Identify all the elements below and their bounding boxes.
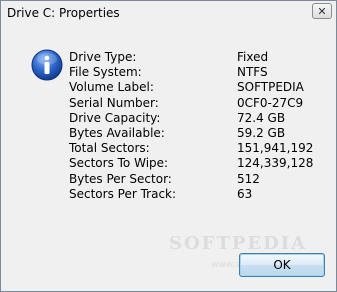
property-row: Sectors Per Track: 63 [69, 187, 313, 202]
close-icon: ✕ [317, 4, 327, 18]
property-row: Total Sectors: 151,941,192 [69, 141, 313, 156]
property-value: 0CF0-27C9 [237, 95, 304, 110]
property-value: Fixed [237, 50, 269, 64]
property-label: Sectors Per Track: [69, 186, 177, 201]
property-row: Drive Type: Fixed [69, 50, 313, 65]
property-label: Total Sectors: [69, 141, 150, 156]
property-value: 63 [237, 186, 253, 201]
ok-button[interactable]: OK [239, 253, 325, 277]
properties-list: Drive Type: Fixed File System: NTFS Volume L… [69, 50, 313, 202]
property-label: Bytes Per Sector: [69, 171, 172, 186]
property-value: 59.2 GB [237, 126, 286, 141]
property-row: Bytes Per Sector: 512 [69, 172, 313, 187]
property-label: Drive Type: [69, 50, 137, 64]
property-label: Volume Label: [69, 80, 154, 95]
property-row: File System: NTFS [69, 65, 313, 80]
property-value: SOFTPEDIA [237, 80, 304, 95]
property-row: Volume Label: SOFTPEDIA [69, 80, 313, 95]
property-row: Serial Number: 0CF0-27C9 [69, 96, 313, 111]
property-row: Drive Capacity: 72.4 GB [69, 111, 313, 126]
dialog-content: Drive Type: Fixed File System: NTFS Volume L… [1, 27, 336, 239]
property-value: 124,339,128 [237, 156, 314, 171]
property-value: 72.4 GB [237, 110, 286, 125]
property-label: Serial Number: [69, 95, 159, 110]
info-icon [31, 49, 63, 81]
property-value: 512 [237, 171, 260, 186]
title-bar: Drive C: Properties ✕ [1, 1, 336, 27]
property-label: Drive Capacity: [69, 110, 161, 125]
close-button[interactable]: ✕ [312, 3, 332, 19]
watermark: SOFTPEDIA [169, 233, 308, 254]
property-label: Bytes Available: [69, 126, 165, 141]
property-row: Sectors To Wipe: 124,339,128 [69, 156, 313, 171]
property-row: Bytes Available: 59.2 GB [69, 126, 313, 141]
window-title: Drive C: Properties [7, 6, 120, 20]
property-label: Sectors To Wipe: [69, 156, 169, 171]
property-value: NTFS [237, 65, 268, 80]
properties-dialog: Drive C: Properties ✕ Drive Type: Fixed Fi… [0, 0, 337, 292]
property-value: 151,941,192 [237, 141, 314, 156]
property-label: File System: [69, 65, 142, 80]
